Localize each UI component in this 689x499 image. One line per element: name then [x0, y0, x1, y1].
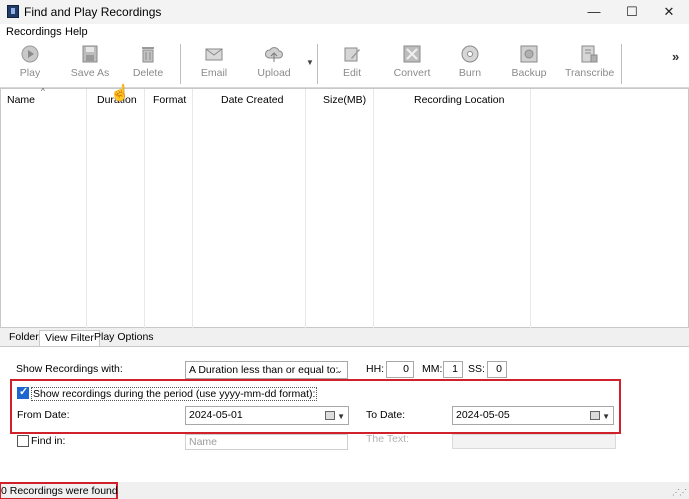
cloud-upload-icon: [265, 47, 283, 62]
column-divider: [144, 89, 145, 329]
delete-button[interactable]: Delete: [130, 44, 166, 84]
from-date-value: 2024-05-01: [189, 409, 243, 421]
window-title: Find and Play Recordings: [24, 5, 162, 19]
from-date-label: From Date:: [17, 409, 70, 421]
hh-label: HH:: [366, 363, 385, 375]
find-in-value: Name: [189, 436, 218, 448]
column-divider: [192, 89, 193, 329]
mm-input[interactable]: 1: [443, 361, 463, 378]
period-checkbox[interactable]: [17, 385, 29, 399]
tab-strip: Folder View Filter Play Options: [0, 330, 689, 346]
find-in-checkbox[interactable]: [17, 435, 29, 447]
status-text: 0 Recordings were found: [1, 485, 118, 497]
to-date-value: 2024-05-05: [456, 409, 510, 421]
convert-label: Convert: [393, 67, 431, 79]
column-header-format[interactable]: Format: [145, 89, 193, 111]
backup-label: Backup: [511, 67, 547, 79]
save-as-label: Save As: [70, 67, 110, 79]
from-date-picker[interactable]: 2024-05-01 ▼: [185, 406, 349, 425]
tab-folder[interactable]: Folder: [4, 330, 44, 346]
status-bar: 0 Recordings were found ⋰⋰: [0, 482, 689, 499]
upload-button[interactable]: Upload: [254, 44, 294, 84]
play-label: Play: [19, 67, 41, 79]
play-button[interactable]: Play: [14, 44, 46, 84]
upload-label: Upload: [257, 67, 291, 79]
toolbar: Play Save As Delete Email Upload ▼ Edit …: [0, 40, 689, 88]
calendar-icon[interactable]: [590, 411, 600, 420]
column-divider: [305, 89, 306, 329]
calendar-icon[interactable]: [325, 411, 335, 420]
mm-label: MM:: [422, 363, 443, 375]
minimize-button[interactable]: —: [579, 2, 609, 22]
ss-input[interactable]: 0: [487, 361, 507, 378]
ss-label: SS:: [468, 363, 485, 375]
toolbar-overflow-button[interactable]: »: [672, 49, 679, 64]
play-icon: [21, 45, 39, 63]
transcribe-button[interactable]: Transcribe: [565, 44, 615, 84]
upload-dropdown-arrow[interactable]: ▼: [306, 58, 314, 67]
trash-icon: [142, 47, 154, 63]
menu-help[interactable]: Help: [65, 26, 88, 38]
period-checkbox-label[interactable]: Show recordings during the period (use y…: [31, 387, 318, 401]
toolbar-separator: [317, 44, 318, 84]
hh-input[interactable]: 0: [386, 361, 414, 378]
convert-button[interactable]: Convert: [390, 44, 434, 84]
backup-button[interactable]: Backup: [510, 44, 548, 84]
column-divider: [530, 89, 531, 329]
hand-cursor-icon: ☝: [110, 85, 130, 102]
title-bar: Find and Play Recordings — ☐ ✕: [0, 0, 689, 24]
save-as-button[interactable]: Save As: [68, 44, 112, 84]
to-date-picker[interactable]: 2024-05-05 ▼: [452, 406, 614, 425]
disc-icon: [461, 45, 479, 63]
email-button[interactable]: Email: [196, 44, 232, 84]
column-divider: [373, 89, 374, 329]
resize-grip-icon[interactable]: ⋰⋰: [672, 488, 687, 497]
column-divider: [86, 89, 87, 329]
email-icon: [205, 48, 223, 61]
backup-icon: [520, 45, 538, 63]
burn-button[interactable]: Burn: [454, 44, 486, 84]
edit-label: Edit: [342, 67, 362, 79]
column-header-recording-location[interactable]: Recording Location: [374, 89, 531, 111]
app-icon: [7, 5, 19, 18]
sort-ascending-icon: ^: [41, 87, 45, 96]
edit-icon: [344, 47, 360, 62]
duration-filter-value: A Duration less than or equal to:: [189, 364, 339, 376]
menu-recordings[interactable]: Recordings: [6, 26, 62, 38]
convert-icon: [403, 45, 421, 63]
duration-filter-dropdown[interactable]: A Duration less than or equal to: ⌄: [185, 361, 348, 379]
column-header-size[interactable]: Size(MB): [306, 89, 374, 111]
transcribe-icon: [581, 45, 598, 63]
recordings-list[interactable]: Name ^ Duration Format Date Created Size…: [0, 87, 689, 329]
burn-label: Burn: [458, 67, 482, 79]
edit-button[interactable]: Edit: [334, 44, 370, 84]
view-filter-panel: Show Recordings with: A Duration less th…: [0, 346, 689, 482]
chevron-down-icon: ▼: [602, 412, 610, 421]
menu-bar: Recordings Help: [0, 24, 689, 40]
toolbar-separator: [180, 44, 181, 84]
chevron-down-icon: ⌄: [335, 365, 343, 375]
toolbar-separator: [621, 44, 622, 84]
chevron-down-icon: ▼: [337, 412, 345, 421]
email-label: Email: [200, 67, 228, 79]
save-icon: [82, 45, 98, 63]
the-text-label: The Text:: [366, 433, 409, 445]
transcribe-label: Transcribe: [565, 67, 615, 79]
to-date-label: To Date:: [366, 409, 406, 421]
delete-label: Delete: [132, 67, 164, 79]
the-text-input[interactable]: [452, 434, 616, 449]
show-recordings-with-label: Show Recordings with:: [16, 363, 123, 375]
tab-play-options[interactable]: Play Options: [89, 330, 159, 346]
find-in-dropdown[interactable]: Name: [185, 434, 348, 450]
column-header-date-created[interactable]: Date Created: [193, 89, 306, 111]
close-button[interactable]: ✕: [654, 2, 684, 22]
maximize-button[interactable]: ☐: [617, 2, 647, 22]
find-in-label: Find in:: [31, 435, 66, 447]
